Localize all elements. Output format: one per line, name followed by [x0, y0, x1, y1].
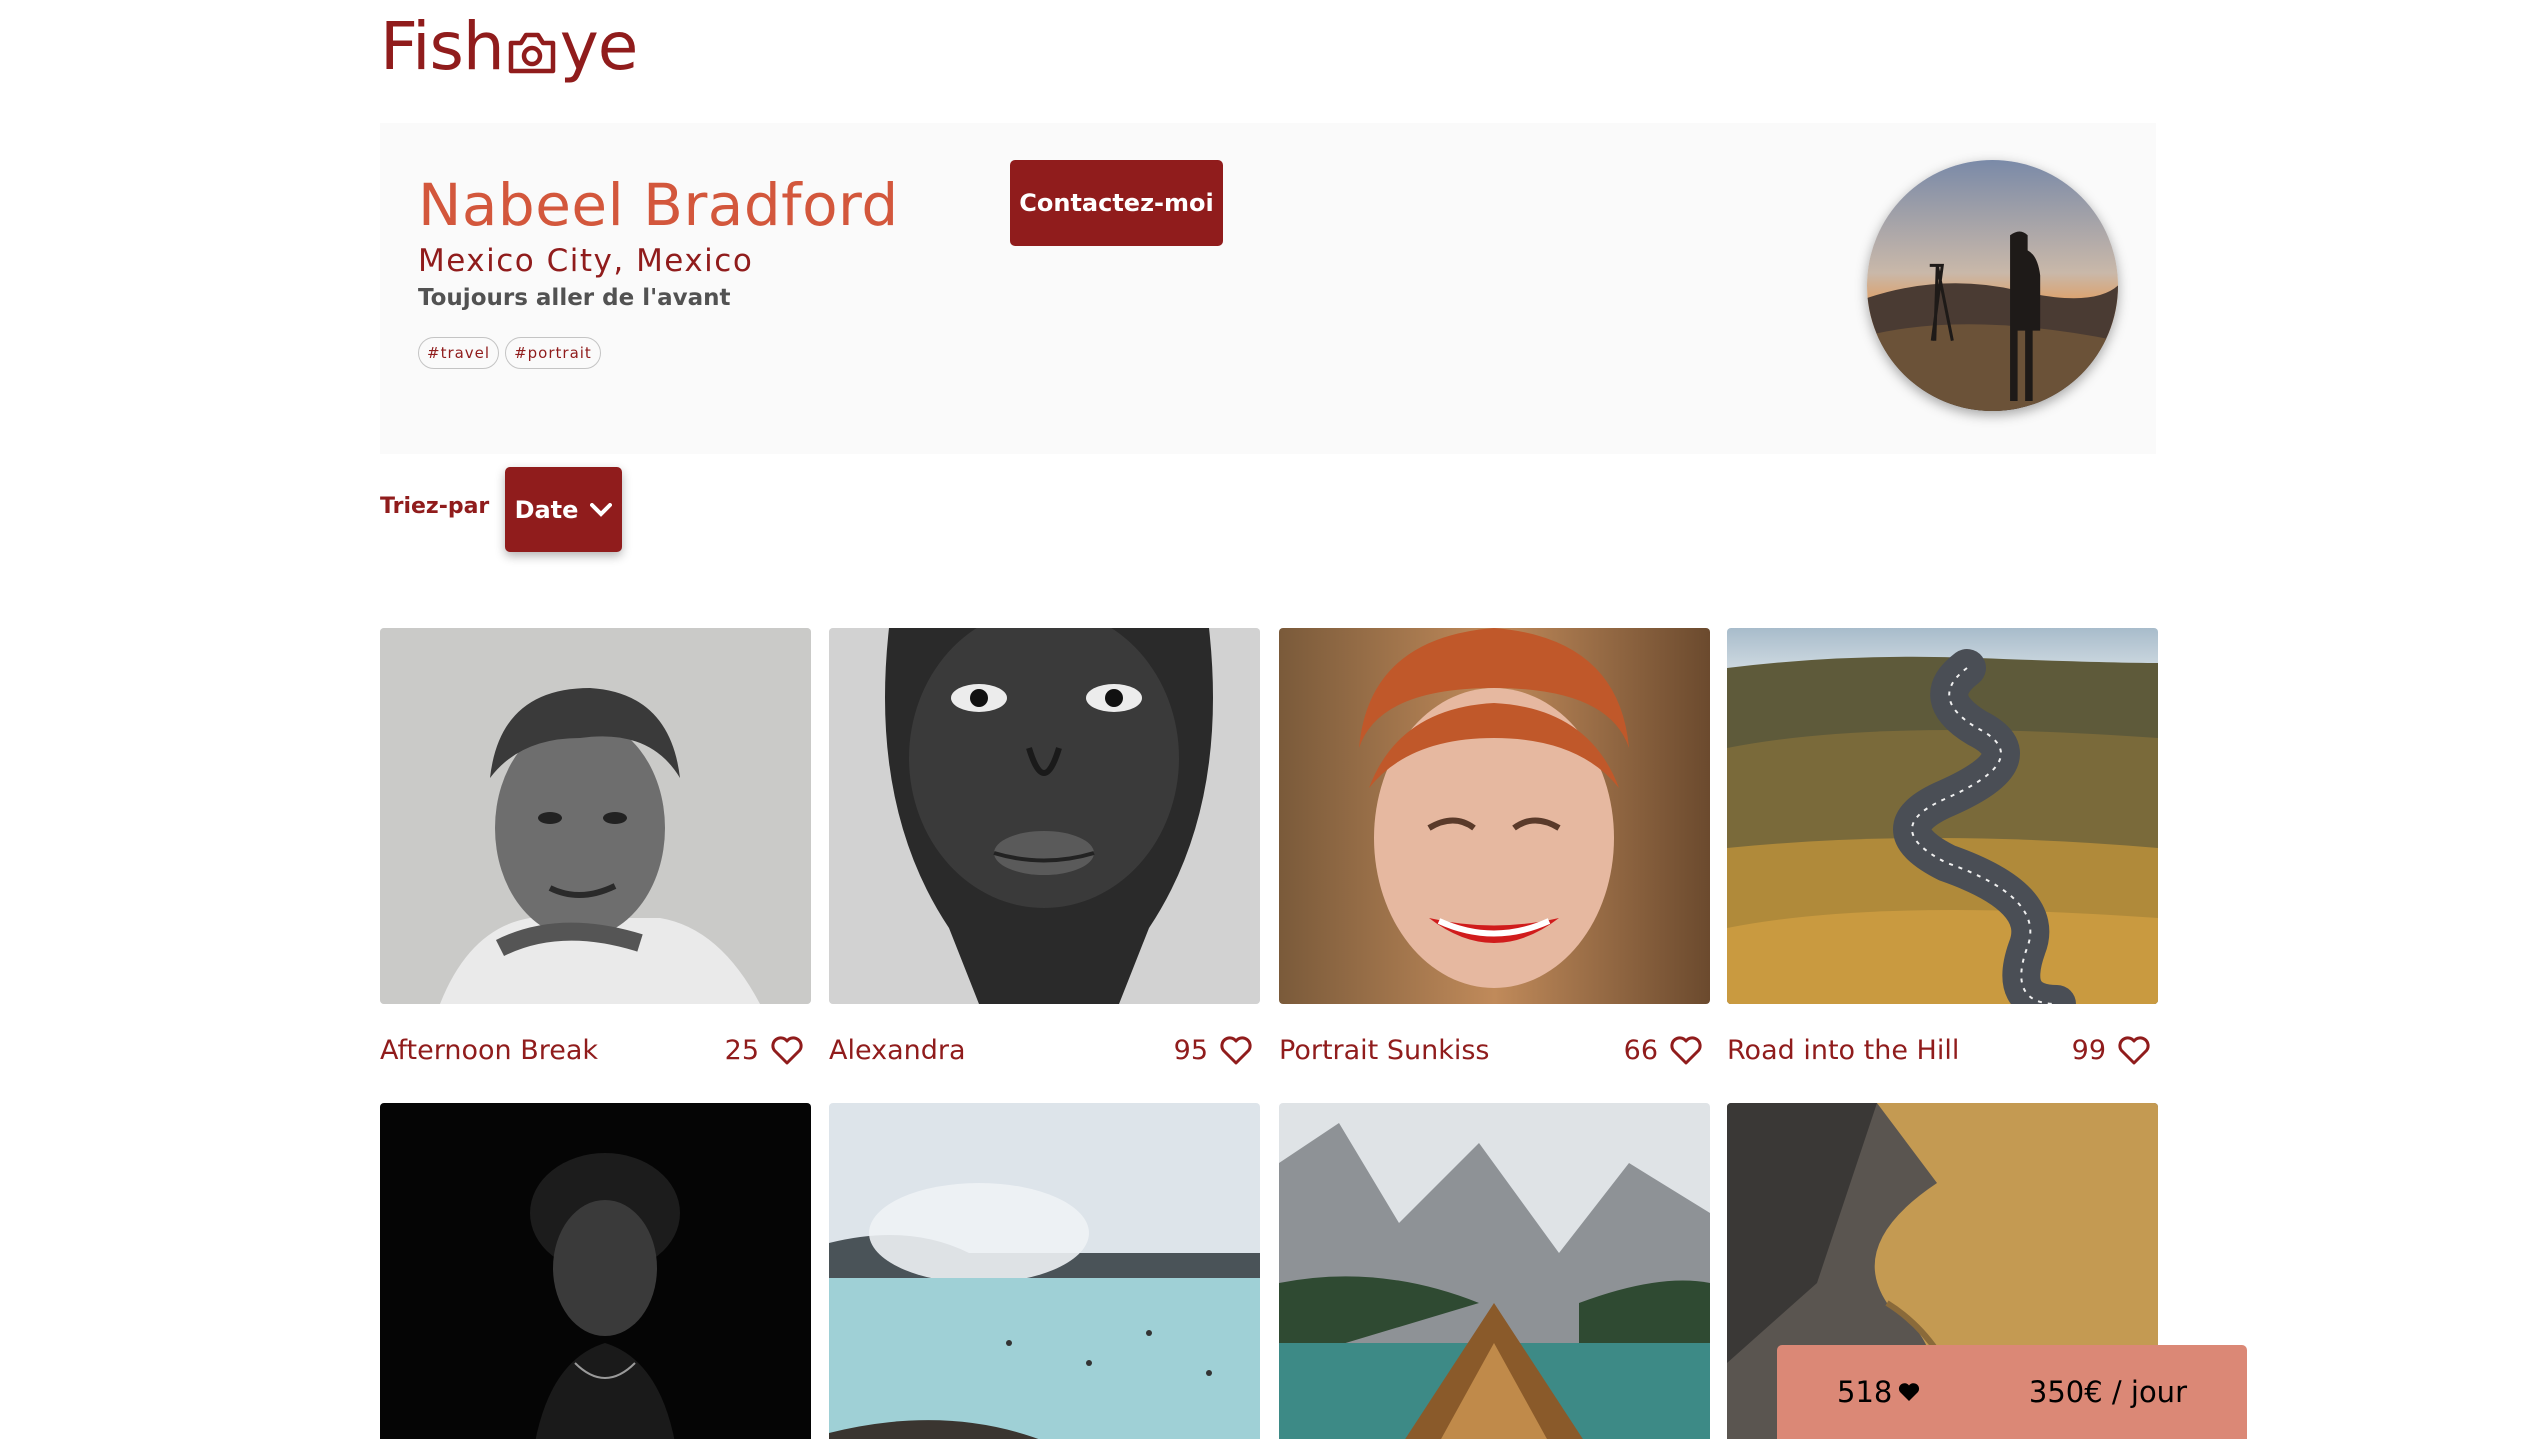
media-caption: Afternoon Break 25: [380, 1032, 811, 1068]
camera-icon: [505, 22, 559, 74]
photographer-tagline: Toujours aller de l'avant: [418, 285, 731, 311]
sort-dropdown[interactable]: Date: [505, 467, 622, 552]
tag-portrait[interactable]: #portrait: [505, 337, 601, 369]
photographer-header: Nabeel Bradford Mexico City, Mexico Touj…: [380, 123, 2156, 454]
photographer-location: Mexico City, Mexico: [418, 243, 754, 279]
total-likes-count: 518: [1837, 1375, 1893, 1409]
media-likes: 95: [1174, 1035, 1252, 1066]
media-card: [380, 1103, 811, 1439]
media-thumbnail[interactable]: [829, 1103, 1260, 1439]
photographer-portrait: [1867, 160, 2118, 411]
media-likes: 99: [2072, 1035, 2150, 1066]
media-thumbnail-afternoon-break[interactable]: [380, 628, 811, 1004]
media-card: Portrait Sunkiss 66: [1279, 628, 1710, 1066]
heart-outline-icon[interactable]: [771, 1035, 803, 1065]
tag-list: #travel #portrait: [418, 337, 601, 369]
media-thumbnail-road-into-the-hill[interactable]: [1727, 628, 2158, 1004]
chevron-down-icon: [590, 502, 613, 517]
stats-bar: 518 350€ / jour: [1777, 1345, 2247, 1439]
likes-count: 25: [724, 1034, 759, 1066]
media-title: Afternoon Break: [380, 1034, 599, 1066]
heart-outline-icon[interactable]: [1670, 1035, 1702, 1065]
media-card: Alexandra 95: [829, 628, 1260, 1066]
logo-text-right: ye: [559, 8, 639, 85]
sort-label: Triez-par: [380, 494, 490, 519]
media-likes: 66: [1624, 1035, 1702, 1066]
total-likes: 518: [1837, 1375, 1920, 1409]
media-caption: Alexandra 95: [829, 1032, 1260, 1068]
heart-outline-icon[interactable]: [1220, 1035, 1252, 1065]
media-thumbnail[interactable]: [380, 1103, 811, 1439]
heart-filled-icon: [1899, 1383, 1920, 1401]
contact-button[interactable]: Contactez-moi: [1010, 160, 1223, 246]
sort-selected-value: Date: [514, 495, 579, 524]
logo-text-left: Fish: [380, 8, 505, 85]
media-card: Road into the Hill 99: [1727, 628, 2158, 1066]
photographer-name: Nabeel Bradford: [418, 171, 899, 239]
daily-price: 350€ / jour: [2028, 1375, 2187, 1409]
media-title: Road into the Hill: [1727, 1034, 1960, 1066]
media-card: [1279, 1103, 1710, 1439]
media-thumbnail[interactable]: [1279, 1103, 1710, 1439]
heart-outline-icon[interactable]: [2118, 1035, 2150, 1065]
media-title: Portrait Sunkiss: [1279, 1034, 1490, 1066]
likes-count: 95: [1173, 1034, 1208, 1066]
fisheye-logo[interactable]: Fish ye: [380, 8, 639, 85]
media-card: [829, 1103, 1260, 1439]
likes-count: 66: [1623, 1034, 1658, 1066]
media-caption: Road into the Hill 99: [1727, 1032, 2158, 1068]
tag-travel[interactable]: #travel: [418, 337, 500, 369]
media-thumbnail-alexandra[interactable]: [829, 628, 1260, 1004]
photographer-page: Fish ye Nabeel Bradford Mexico City, Mex…: [0, 0, 2536, 1439]
likes-count: 99: [2071, 1034, 2106, 1066]
media-title: Alexandra: [829, 1034, 966, 1066]
media-likes: 25: [725, 1035, 803, 1066]
media-caption: Portrait Sunkiss 66: [1279, 1032, 1710, 1068]
media-thumbnail-portrait-sunkiss[interactable]: [1279, 628, 1710, 1004]
media-card: Afternoon Break 25: [380, 628, 811, 1066]
